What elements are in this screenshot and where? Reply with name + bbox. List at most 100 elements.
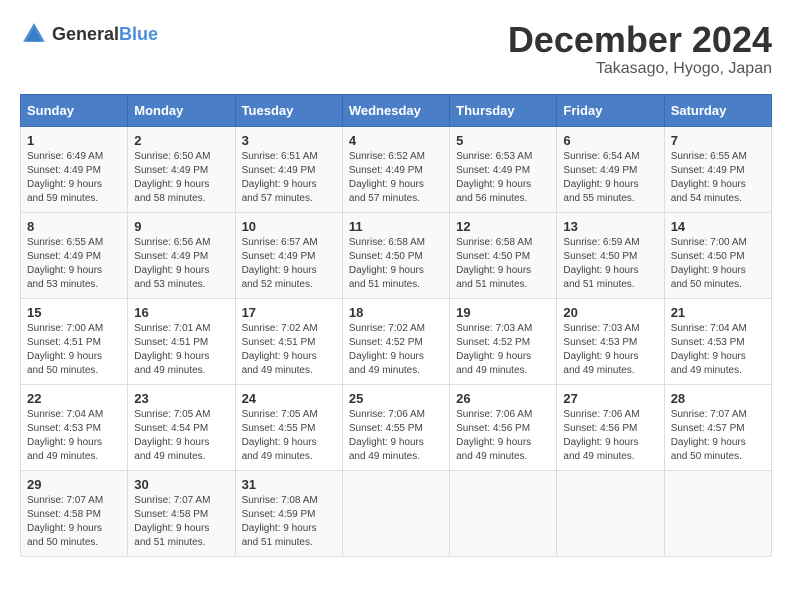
week-row-2: 8 Sunrise: 6:55 AMSunset: 4:49 PMDayligh… [21,212,772,298]
day-cell: 14 Sunrise: 7:00 AMSunset: 4:50 PMDaylig… [664,212,771,298]
day-info: Sunrise: 7:05 AMSunset: 4:54 PMDaylight:… [134,408,228,464]
day-info: Sunrise: 6:50 AMSunset: 4:49 PMDaylight:… [134,150,228,206]
day-info: Sunrise: 7:08 AMSunset: 4:59 PMDaylight:… [242,494,336,550]
day-cell: 4 Sunrise: 6:52 AMSunset: 4:49 PMDayligh… [342,126,449,212]
day-number: 15 [27,305,121,320]
day-cell: 20 Sunrise: 7:03 AMSunset: 4:53 PMDaylig… [557,298,664,384]
day-number: 6 [563,133,657,148]
day-info: Sunrise: 7:00 AMSunset: 4:51 PMDaylight:… [27,322,121,378]
day-info: Sunrise: 6:59 AMSunset: 4:50 PMDaylight:… [563,236,657,292]
day-number: 23 [134,391,228,406]
day-header-monday: Monday [128,94,235,126]
day-info: Sunrise: 7:00 AMSunset: 4:50 PMDaylight:… [671,236,765,292]
day-number: 27 [563,391,657,406]
day-header-saturday: Saturday [664,94,771,126]
day-cell: 24 Sunrise: 7:05 AMSunset: 4:55 PMDaylig… [235,384,342,470]
day-number: 31 [242,477,336,492]
day-cell: 9 Sunrise: 6:56 AMSunset: 4:49 PMDayligh… [128,212,235,298]
day-number: 5 [456,133,550,148]
day-info: Sunrise: 6:51 AMSunset: 4:49 PMDaylight:… [242,150,336,206]
logo-text-general: General [52,24,119,44]
month-title: December 2024 [508,20,772,60]
day-cell: 16 Sunrise: 7:01 AMSunset: 4:51 PMDaylig… [128,298,235,384]
day-cell: 29 Sunrise: 7:07 AMSunset: 4:58 PMDaylig… [21,470,128,556]
day-number: 18 [349,305,443,320]
day-cell: 17 Sunrise: 7:02 AMSunset: 4:51 PMDaylig… [235,298,342,384]
day-info: Sunrise: 7:07 AMSunset: 4:58 PMDaylight:… [134,494,228,550]
day-header-row: SundayMondayTuesdayWednesdayThursdayFrid… [21,94,772,126]
day-number: 11 [349,219,443,234]
day-cell [342,470,449,556]
day-number: 14 [671,219,765,234]
day-info: Sunrise: 6:58 AMSunset: 4:50 PMDaylight:… [456,236,550,292]
day-number: 2 [134,133,228,148]
day-info: Sunrise: 7:04 AMSunset: 4:53 PMDaylight:… [671,322,765,378]
day-number: 10 [242,219,336,234]
day-number: 13 [563,219,657,234]
day-number: 28 [671,391,765,406]
day-cell: 13 Sunrise: 6:59 AMSunset: 4:50 PMDaylig… [557,212,664,298]
day-info: Sunrise: 6:54 AMSunset: 4:49 PMDaylight:… [563,150,657,206]
calendar-table: SundayMondayTuesdayWednesdayThursdayFrid… [20,94,772,557]
day-cell: 3 Sunrise: 6:51 AMSunset: 4:49 PMDayligh… [235,126,342,212]
day-info: Sunrise: 7:06 AMSunset: 4:56 PMDaylight:… [456,408,550,464]
day-header-friday: Friday [557,94,664,126]
day-cell: 8 Sunrise: 6:55 AMSunset: 4:49 PMDayligh… [21,212,128,298]
logo-icon [20,20,48,48]
day-cell: 28 Sunrise: 7:07 AMSunset: 4:57 PMDaylig… [664,384,771,470]
day-cell: 26 Sunrise: 7:06 AMSunset: 4:56 PMDaylig… [450,384,557,470]
day-number: 4 [349,133,443,148]
day-cell [450,470,557,556]
day-number: 26 [456,391,550,406]
day-info: Sunrise: 6:55 AMSunset: 4:49 PMDaylight:… [27,236,121,292]
day-cell: 5 Sunrise: 6:53 AMSunset: 4:49 PMDayligh… [450,126,557,212]
day-info: Sunrise: 6:49 AMSunset: 4:49 PMDaylight:… [27,150,121,206]
day-header-tuesday: Tuesday [235,94,342,126]
day-cell: 23 Sunrise: 7:05 AMSunset: 4:54 PMDaylig… [128,384,235,470]
day-cell: 31 Sunrise: 7:08 AMSunset: 4:59 PMDaylig… [235,470,342,556]
day-cell: 19 Sunrise: 7:03 AMSunset: 4:52 PMDaylig… [450,298,557,384]
day-cell [557,470,664,556]
day-number: 9 [134,219,228,234]
day-cell: 30 Sunrise: 7:07 AMSunset: 4:58 PMDaylig… [128,470,235,556]
day-info: Sunrise: 6:57 AMSunset: 4:49 PMDaylight:… [242,236,336,292]
day-info: Sunrise: 6:58 AMSunset: 4:50 PMDaylight:… [349,236,443,292]
day-header-sunday: Sunday [21,94,128,126]
location: Takasago, Hyogo, Japan [508,60,772,78]
day-cell: 27 Sunrise: 7:06 AMSunset: 4:56 PMDaylig… [557,384,664,470]
day-number: 7 [671,133,765,148]
day-info: Sunrise: 7:02 AMSunset: 4:52 PMDaylight:… [349,322,443,378]
day-info: Sunrise: 7:07 AMSunset: 4:57 PMDaylight:… [671,408,765,464]
page-header: GeneralBlue December 2024 Takasago, Hyog… [20,20,772,78]
day-cell: 25 Sunrise: 7:06 AMSunset: 4:55 PMDaylig… [342,384,449,470]
day-cell: 15 Sunrise: 7:00 AMSunset: 4:51 PMDaylig… [21,298,128,384]
day-cell: 11 Sunrise: 6:58 AMSunset: 4:50 PMDaylig… [342,212,449,298]
day-cell: 18 Sunrise: 7:02 AMSunset: 4:52 PMDaylig… [342,298,449,384]
day-number: 24 [242,391,336,406]
day-number: 29 [27,477,121,492]
logo: GeneralBlue [20,20,158,48]
day-info: Sunrise: 6:52 AMSunset: 4:49 PMDaylight:… [349,150,443,206]
week-row-5: 29 Sunrise: 7:07 AMSunset: 4:58 PMDaylig… [21,470,772,556]
day-cell: 22 Sunrise: 7:04 AMSunset: 4:53 PMDaylig… [21,384,128,470]
day-info: Sunrise: 6:55 AMSunset: 4:49 PMDaylight:… [671,150,765,206]
day-cell: 2 Sunrise: 6:50 AMSunset: 4:49 PMDayligh… [128,126,235,212]
day-number: 8 [27,219,121,234]
title-section: December 2024 Takasago, Hyogo, Japan [508,20,772,78]
day-info: Sunrise: 7:04 AMSunset: 4:53 PMDaylight:… [27,408,121,464]
day-cell: 21 Sunrise: 7:04 AMSunset: 4:53 PMDaylig… [664,298,771,384]
day-number: 16 [134,305,228,320]
logo-text-blue: Blue [119,24,158,44]
day-info: Sunrise: 7:02 AMSunset: 4:51 PMDaylight:… [242,322,336,378]
day-cell: 6 Sunrise: 6:54 AMSunset: 4:49 PMDayligh… [557,126,664,212]
day-number: 30 [134,477,228,492]
day-info: Sunrise: 6:56 AMSunset: 4:49 PMDaylight:… [134,236,228,292]
day-number: 3 [242,133,336,148]
day-number: 20 [563,305,657,320]
day-cell: 12 Sunrise: 6:58 AMSunset: 4:50 PMDaylig… [450,212,557,298]
day-number: 12 [456,219,550,234]
week-row-1: 1 Sunrise: 6:49 AMSunset: 4:49 PMDayligh… [21,126,772,212]
day-cell: 7 Sunrise: 6:55 AMSunset: 4:49 PMDayligh… [664,126,771,212]
day-header-wednesday: Wednesday [342,94,449,126]
day-info: Sunrise: 7:07 AMSunset: 4:58 PMDaylight:… [27,494,121,550]
